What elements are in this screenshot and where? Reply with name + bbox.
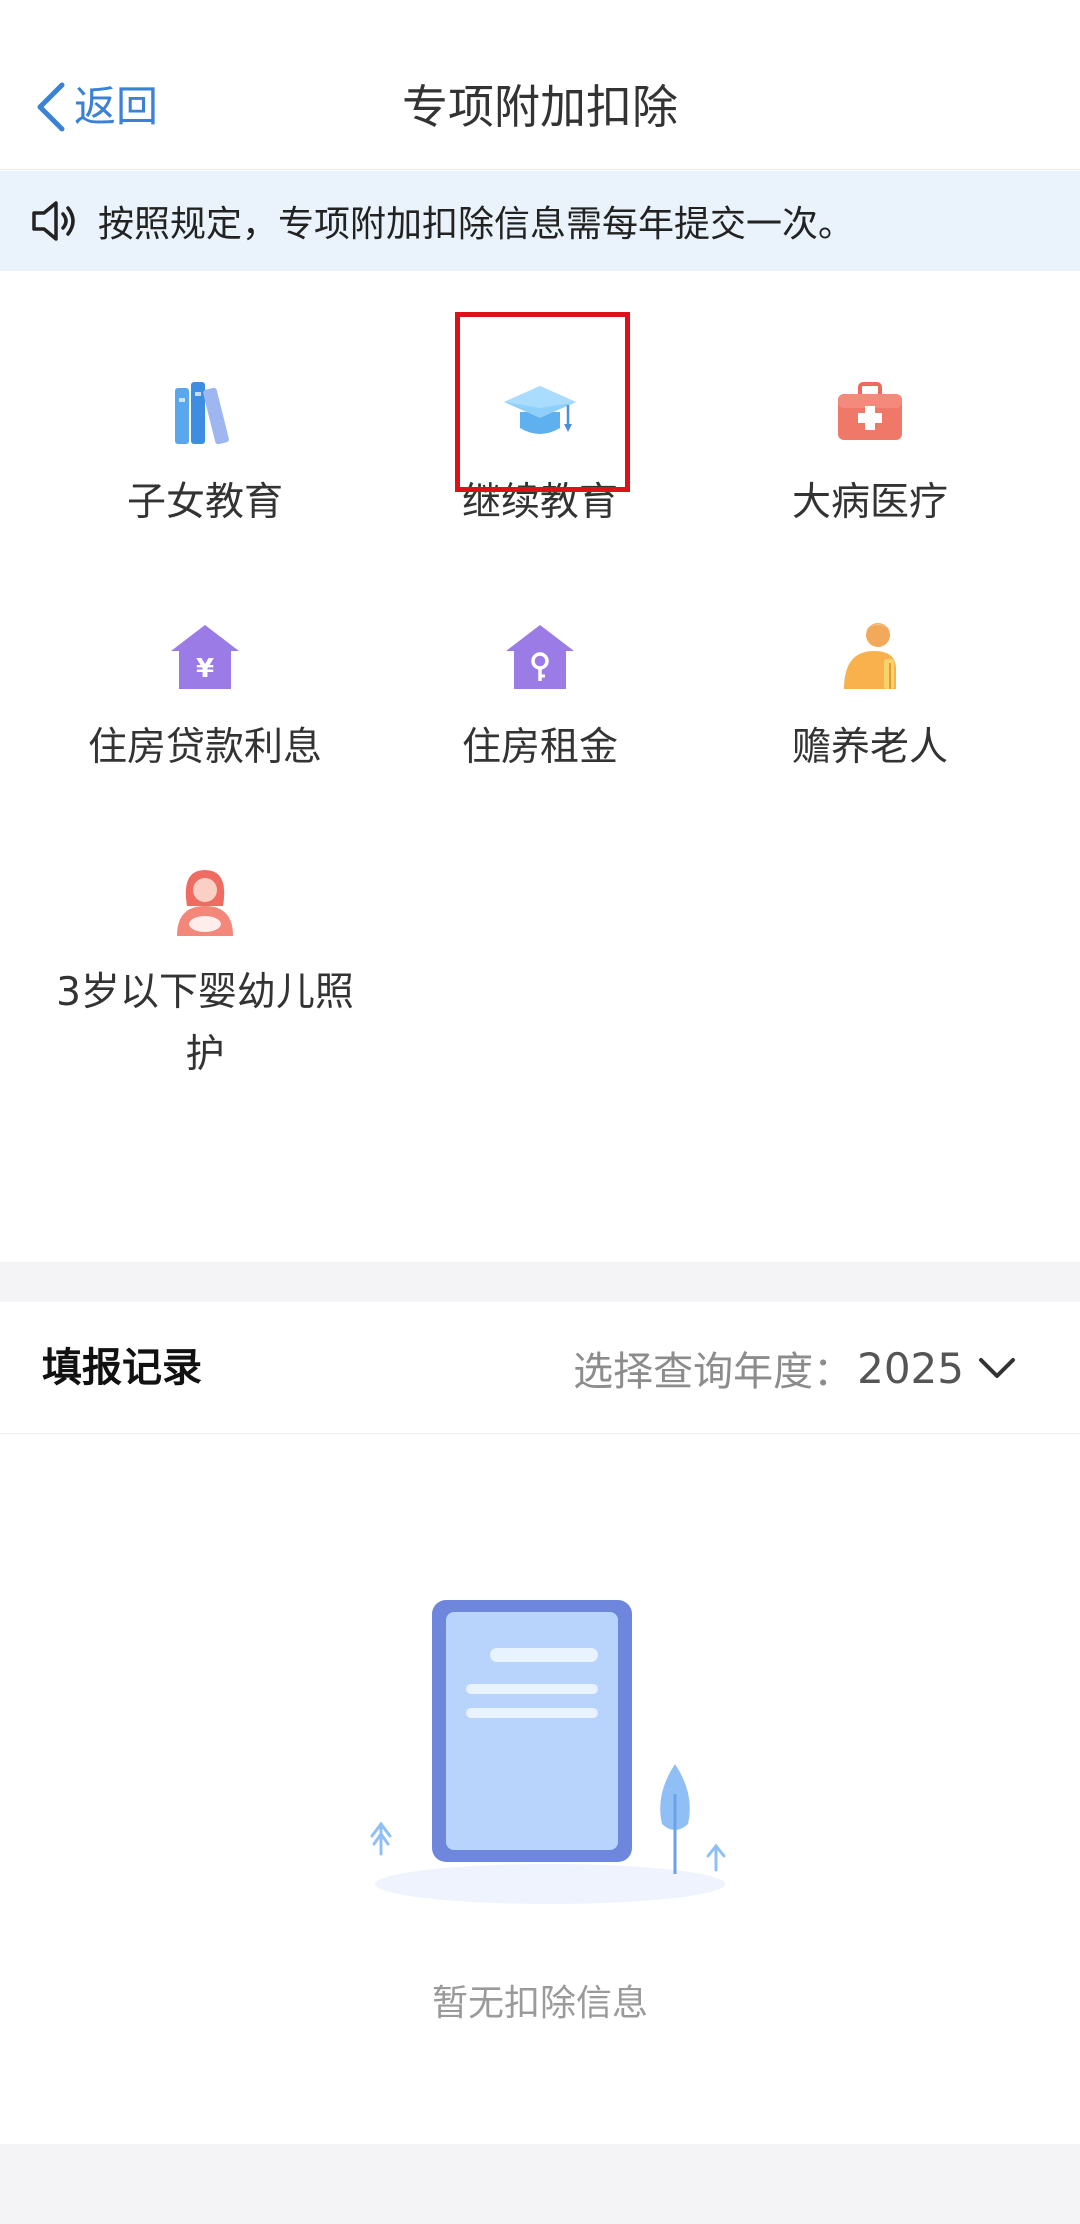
empty-document-illustration <box>370 1600 726 1904</box>
records-title: 填报记录 <box>42 1345 202 1391</box>
books-icon <box>175 382 229 445</box>
elderly-icon <box>844 623 896 689</box>
item-serious-illness[interactable]: 大病医疗 <box>705 372 1035 534</box>
year-value: 2025 <box>857 1343 964 1393</box>
notice-text: 按照规定，专项附加扣除信息需每年提交一次。 <box>98 204 855 245</box>
item-label: 住房贷款利息 <box>87 725 322 770</box>
item-housing-loan-interest[interactable]: ¥ 住房贷款利息 <box>40 617 370 779</box>
item-infant-care[interactable]: 3岁以下婴幼儿照护 <box>40 862 370 1086</box>
house-yuan-icon: ¥ <box>171 625 239 689</box>
chevron-down-icon <box>979 1358 1015 1378</box>
medical-kit-icon <box>838 382 902 440</box>
section-divider <box>0 1262 1080 1302</box>
year-label: 选择查询年度： <box>573 1349 854 1395</box>
house-key-icon <box>506 625 574 689</box>
infant-care-icon <box>177 870 233 936</box>
empty-state: 暂无扣除信息 <box>0 1434 1080 2144</box>
item-continuing-education[interactable]: 继续教育 <box>375 312 705 534</box>
item-housing-rent[interactable]: 住房租金 <box>375 617 705 779</box>
item-label: 子女教育 <box>126 480 283 525</box>
item-children-education[interactable]: 子女教育 <box>40 372 370 534</box>
item-elderly-support[interactable]: 赡养老人 <box>705 617 1035 779</box>
records-header: 填报记录 选择查询年度： 2025 <box>0 1302 1080 1434</box>
svg-text:¥: ¥ <box>196 654 214 684</box>
bottom-divider <box>0 2144 1080 2224</box>
graduation-cap-icon <box>504 386 576 434</box>
item-label: 赡养老人 <box>791 725 948 770</box>
item-label: 继续教育 <box>461 480 618 525</box>
item-label: 3岁以下婴幼儿照护 <box>56 970 354 1077</box>
page-title: 专项附加扣除 <box>402 80 678 134</box>
item-label: 住房租金 <box>461 725 618 770</box>
deduction-grid: 子女教育 继续教育 大病医疗 ¥ 住房贷款利息 住房租金 赡养老人 3岁以下婴幼… <box>0 272 1080 1262</box>
speaker-icon <box>32 201 75 241</box>
year-selector[interactable]: 选择查询年度： 2025 <box>573 1302 1016 1434</box>
notice-bar: 按照规定，专项附加扣除信息需每年提交一次。 <box>0 171 1080 271</box>
nav-bar: 返回 专项附加扣除 <box>0 0 1080 170</box>
empty-text: 暂无扣除信息 <box>431 1983 648 2024</box>
item-label: 大病医疗 <box>791 480 948 525</box>
